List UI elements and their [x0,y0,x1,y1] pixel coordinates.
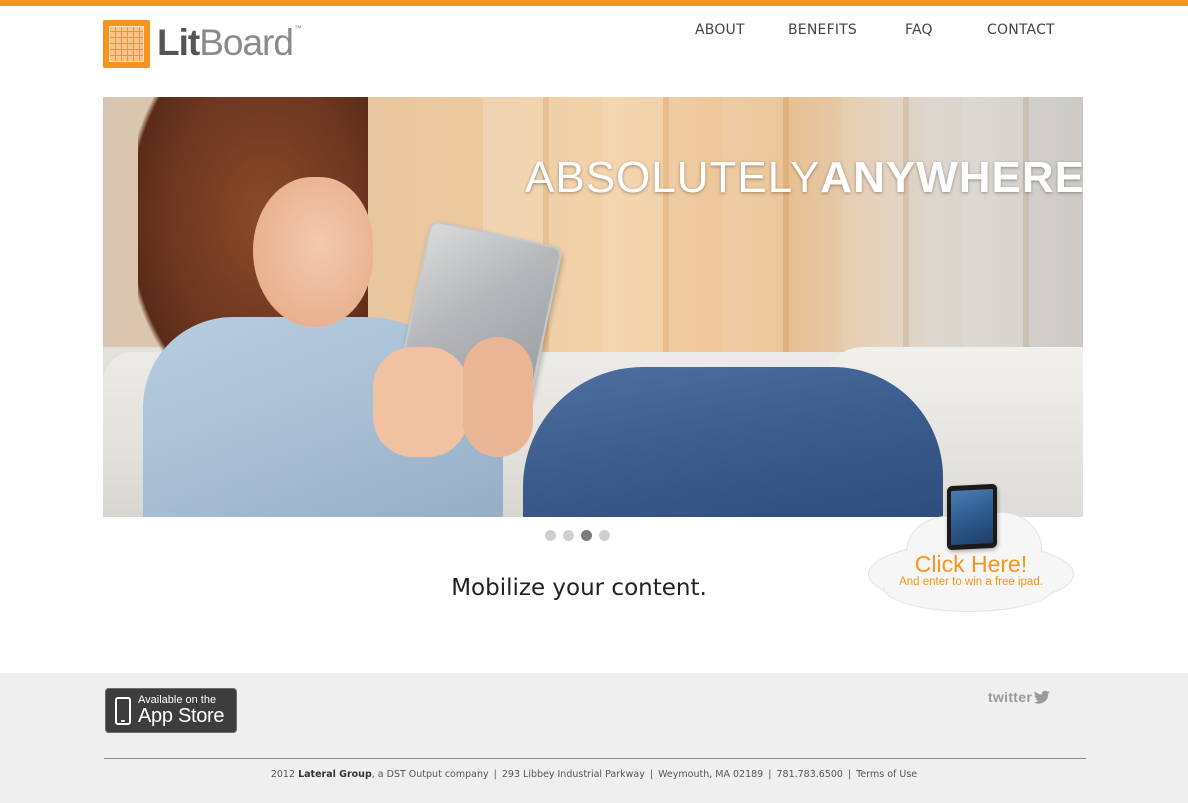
carousel-dots [545,530,610,541]
app-store-line2: App Store [138,705,225,727]
nav-benefits[interactable]: BENEFITS [788,22,857,38]
footer-address: 293 Libbey Industrial Parkway [501,769,645,780]
carousel-dot-1[interactable] [545,530,556,541]
nav-contact[interactable]: CONTACT [987,22,1055,38]
terms-of-use-link[interactable]: Terms of Use [856,769,917,780]
hero-slider[interactable]: ABSOLUTELYANYWHERE [103,97,1083,517]
carousel-dot-3[interactable] [581,530,592,541]
footer: Available on the App Store twitter 2012 … [0,673,1188,803]
twitter-bird-icon [1033,690,1051,704]
carousel-dot-2[interactable] [563,530,574,541]
promo-subtitle: And enter to win a free ipad. [899,576,1043,588]
top-accent-bar [0,0,1188,6]
footer-phone: 781.783.6500 [776,769,843,780]
footer-copyright: 2012 Lateral Group, a DST Output company… [270,769,918,780]
ipad-icon [947,483,997,551]
twitter-wordmark: twitter [988,689,1033,705]
footer-city: Weymouth, MA 02189 [658,769,764,780]
win-ipad-promo[interactable]: Click Here! And enter to win a free ipad… [866,483,1076,613]
nav-about[interactable]: ABOUT [695,22,745,38]
twitter-link[interactable]: twitter [988,688,1051,706]
app-store-badge[interactable]: Available on the App Store [105,688,237,733]
footer-divider [104,758,1086,759]
carousel-dot-4[interactable] [599,530,610,541]
promo-title: Click Here! [914,551,1028,577]
main-nav: ABOUT BENEFITS FAQ CONTACT [0,22,1188,42]
hero-headline: ABSOLUTELYANYWHERE [525,153,1083,202]
company-link[interactable]: Lateral Group [298,769,372,780]
iphone-icon [115,697,131,725]
nav-faq[interactable]: FAQ [905,22,933,38]
